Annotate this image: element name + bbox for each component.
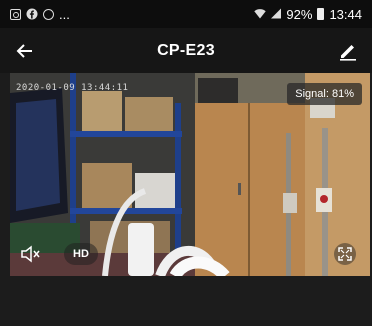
wifi-icon [254, 7, 267, 22]
pencil-icon [340, 44, 356, 61]
signal-strength-badge: Signal: 81% [287, 83, 362, 105]
camera-live-view[interactable]: 2020-01-09 13:44:11 Signal: 81% HD [10, 73, 370, 276]
app-bar: CP-E23 [0, 28, 372, 73]
speaker-mute-icon [21, 245, 40, 263]
status-bar-right: 92% 13:44 [254, 7, 362, 22]
fullscreen-icon [338, 247, 352, 261]
cell-signal-icon [271, 7, 282, 22]
video-timestamp: 2020-01-09 13:44:11 [16, 83, 129, 93]
screenshot-icon [10, 8, 21, 20]
battery-icon [317, 8, 325, 20]
facebook-icon [26, 8, 38, 20]
quality-toggle[interactable]: HD [64, 243, 98, 265]
edit-button[interactable] [324, 28, 372, 73]
mute-button[interactable] [20, 245, 42, 263]
fullscreen-button[interactable] [334, 243, 356, 265]
status-ellipsis: ... [59, 6, 70, 22]
bottom-panel [0, 276, 372, 326]
back-arrow-icon [16, 43, 32, 58]
sync-icon [43, 8, 54, 20]
page-title: CP-E23 [157, 41, 215, 59]
status-bar-left: ... [10, 7, 70, 22]
clock: 13:44 [329, 6, 362, 22]
status-bar: ... 92% 13:44 [0, 0, 372, 28]
back-button[interactable] [0, 28, 48, 73]
battery-percent: 92% [286, 6, 313, 22]
